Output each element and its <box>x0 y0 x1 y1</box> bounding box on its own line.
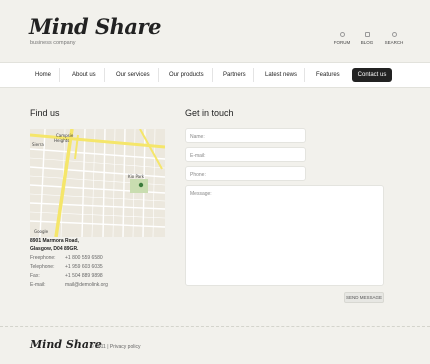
nav-item-news[interactable]: Latest news <box>265 63 297 87</box>
svg-text:Kio Park: Kio Park <box>128 174 145 179</box>
svg-text:Heights: Heights <box>54 138 69 143</box>
contact-value: +1 959 603 6035 <box>65 264 103 270</box>
contact-label: Telephone: <box>30 264 55 270</box>
footer-divider <box>0 326 430 327</box>
contact-label: E-mail: <box>30 282 46 288</box>
find-us-heading: Find us <box>30 108 60 118</box>
get-in-touch-heading: Get in touch <box>185 108 234 118</box>
quick-link-blog[interactable]: BLOG <box>354 32 380 45</box>
nav-item-services[interactable]: Our services <box>116 63 150 87</box>
chat-icon <box>339 32 345 37</box>
nav-item-about[interactable]: About us <box>72 63 96 87</box>
quick-link-label: BLOG <box>360 40 374 45</box>
nav-separator <box>158 68 159 82</box>
contact-label: Fax: <box>30 273 40 279</box>
map-graphic: Campsie Heights Sierra Kio Park Google <box>30 129 165 237</box>
phone-field[interactable]: Phone: <box>185 166 306 181</box>
contact-label: Freephone: <box>30 255 56 261</box>
site-logo[interactable]: Mind Share <box>29 14 161 39</box>
send-message-button[interactable]: SEND MESSAGE <box>344 292 384 303</box>
contact-row-fax: Fax: +1 504 889 9898 <box>30 273 103 279</box>
svg-text:Google: Google <box>34 229 49 234</box>
nav-item-products[interactable]: Our products <box>169 63 204 87</box>
main-nav: Home About us Our services Our products … <box>0 62 430 88</box>
privacy-policy-link[interactable]: Privacy policy <box>110 344 141 350</box>
contact-row-email: E-mail: mail@demolink.org <box>30 282 108 288</box>
email-link[interactable]: mail@demolink.org <box>65 282 108 288</box>
address-line-2: Glasgow, D04 89GR. <box>30 246 79 252</box>
contact-row-freephone: Freephone: +1 800 559 6580 <box>30 255 103 261</box>
search-icon <box>391 32 397 37</box>
address-line-1: 8901 Marmora Road, <box>30 238 79 244</box>
nav-separator <box>212 68 213 82</box>
nav-item-contact[interactable]: Contact us <box>352 68 392 82</box>
email-field[interactable]: E-mail: <box>185 147 306 162</box>
nav-separator <box>104 68 105 82</box>
svg-text:Sierra: Sierra <box>32 142 44 147</box>
nav-separator <box>253 68 254 82</box>
nav-separator <box>304 68 305 82</box>
quick-link-label: SEARCH <box>384 40 404 45</box>
copyright-text: © 2011 | <box>90 344 109 350</box>
nav-item-features[interactable]: Features <box>316 63 340 87</box>
nav-item-partners[interactable]: Partners <box>223 63 246 87</box>
site-tagline: business company <box>30 40 76 46</box>
footer-copyright: © 2011 | Privacy policy <box>90 344 140 350</box>
pen-icon <box>364 32 370 37</box>
location-map[interactable]: Campsie Heights Sierra Kio Park Google <box>30 129 165 237</box>
quick-link-forum[interactable]: FORUM <box>329 32 355 45</box>
nav-separator <box>59 68 60 82</box>
contact-value: +1 504 889 9898 <box>65 273 103 279</box>
contact-row-telephone: Telephone: +1 959 603 6035 <box>30 264 103 270</box>
name-field[interactable]: Name: <box>185 128 306 143</box>
message-field[interactable]: Message: <box>185 185 384 286</box>
contact-value: +1 800 559 6580 <box>65 255 103 261</box>
quick-link-search[interactable]: SEARCH <box>381 32 407 45</box>
quick-link-label: FORUM <box>333 40 351 45</box>
site-header: Mind Share business company FORUM BLOG S… <box>0 0 430 62</box>
nav-item-home[interactable]: Home <box>35 63 51 87</box>
